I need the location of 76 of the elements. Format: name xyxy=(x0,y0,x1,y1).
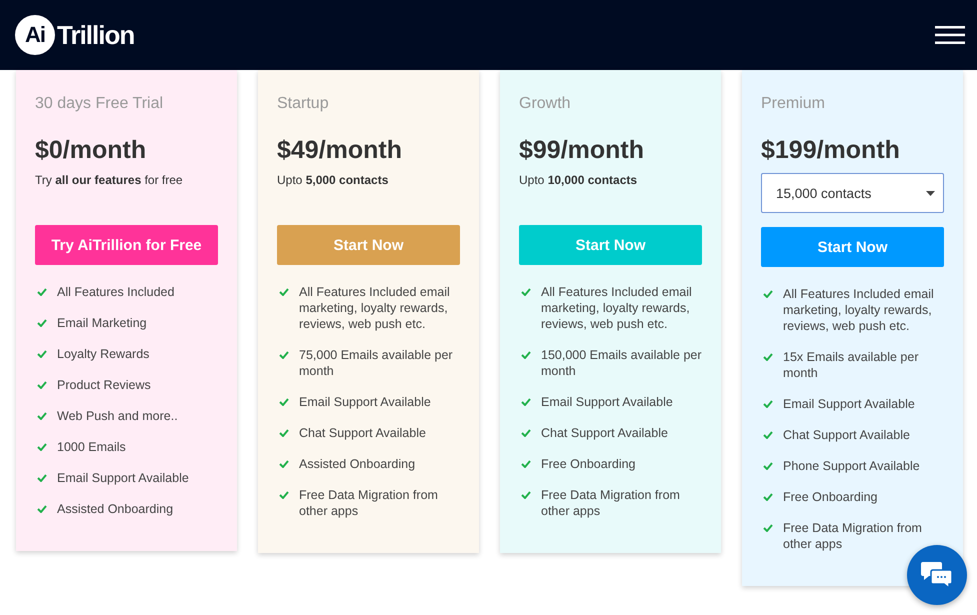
feature-text: Web Push and more.. xyxy=(57,408,178,424)
feature-text: All Features Included email marketing, loyalty rewards, reviews, web push etc. xyxy=(299,284,451,332)
feature-text: Free Onboarding xyxy=(541,456,636,472)
check-icon xyxy=(521,351,531,359)
feature-text: Email Support Available xyxy=(783,396,915,412)
check-icon xyxy=(521,491,531,499)
feature-text: Email Support Available xyxy=(299,394,431,410)
plan-subtitle: Upto 10,000 contacts xyxy=(519,172,638,188)
chat-button[interactable] xyxy=(907,545,967,605)
check-icon xyxy=(37,474,47,482)
check-icon xyxy=(279,288,289,296)
check-icon xyxy=(279,429,289,437)
plan-title: Growth xyxy=(519,94,572,114)
feature-text: Assisted Onboarding xyxy=(57,501,174,517)
plan-title: Startup xyxy=(277,94,330,114)
check-icon xyxy=(37,288,47,296)
check-icon xyxy=(37,443,47,451)
plan-subtitle: Upto 5,000 contacts xyxy=(277,172,390,188)
plan-price: $49/month xyxy=(277,135,404,166)
start-button[interactable]: Start Now xyxy=(519,225,702,265)
feature-text: Chat Support Available xyxy=(299,425,426,441)
start-button[interactable]: Try AiTrillion for Free xyxy=(35,225,218,265)
feature-text: Email Marketing xyxy=(57,315,147,331)
plan-price: $199/month xyxy=(761,135,901,166)
check-icon xyxy=(763,400,773,408)
check-icon xyxy=(763,290,773,298)
feature-text: Free Data Migration from other apps xyxy=(783,520,923,552)
check-icon xyxy=(279,398,289,406)
menu-icon[interactable] xyxy=(935,26,965,44)
feature-text: All Features Included email marketing, loyalty rewards, reviews, web push etc. xyxy=(783,286,935,334)
feature-text: Phone Support Available xyxy=(783,458,920,474)
feature-text: Chat Support Available xyxy=(783,427,910,443)
check-icon xyxy=(279,351,289,359)
plan-price: $0/month xyxy=(35,135,148,166)
check-icon xyxy=(37,412,47,420)
check-icon xyxy=(37,350,47,358)
check-icon xyxy=(521,288,531,296)
check-icon xyxy=(37,505,47,513)
feature-text: 15x Emails available per month xyxy=(783,349,920,381)
check-icon xyxy=(37,381,47,389)
plan-price: $99/month xyxy=(519,135,646,166)
contacts-dropdown[interactable]: 15,000 contacts xyxy=(761,173,944,213)
check-icon xyxy=(763,493,773,501)
feature-text: Chat Support Available xyxy=(541,425,668,441)
logo-mark: Ai xyxy=(15,15,55,55)
check-icon xyxy=(521,398,531,406)
feature-text: All Features Included xyxy=(57,284,174,300)
feature-text: Free Data Migration from other apps xyxy=(299,487,439,519)
check-icon xyxy=(763,524,773,532)
feature-text: Email Support Available xyxy=(541,394,673,410)
check-icon xyxy=(521,460,531,468)
check-icon xyxy=(279,491,289,499)
logo-text: Trillion xyxy=(57,20,134,50)
check-icon xyxy=(763,462,773,470)
check-icon xyxy=(763,431,773,439)
check-icon xyxy=(37,319,47,327)
start-button[interactable]: Start Now xyxy=(761,227,944,267)
check-icon xyxy=(279,460,289,468)
feature-text: All Features Included email marketing, loyalty rewards, reviews, web push etc. xyxy=(541,284,693,332)
check-icon xyxy=(521,429,531,437)
feature-text: Product Reviews xyxy=(57,377,151,393)
plan-title: 30 days Free Trial xyxy=(35,94,164,114)
feature-text: 150,000 Emails available per month xyxy=(541,347,702,379)
plan-title: Premium xyxy=(761,94,826,114)
check-icon xyxy=(763,353,773,361)
feature-text: 1000 Emails xyxy=(57,439,126,455)
feature-text: Free Onboarding xyxy=(783,489,878,505)
feature-text: Free Data Migration from other apps xyxy=(541,487,681,519)
feature-text: Assisted Onboarding xyxy=(299,456,416,472)
feature-text: Loyalty Rewards xyxy=(57,346,150,362)
chat-icon xyxy=(921,561,953,589)
start-button[interactable]: Start Now xyxy=(277,225,460,265)
feature-text: 75,000 Emails available per month xyxy=(299,347,454,379)
caret-icon xyxy=(926,190,935,196)
plan-subtitle: Try all our features for free xyxy=(35,172,184,188)
feature-text: Email Support Available xyxy=(57,470,189,486)
